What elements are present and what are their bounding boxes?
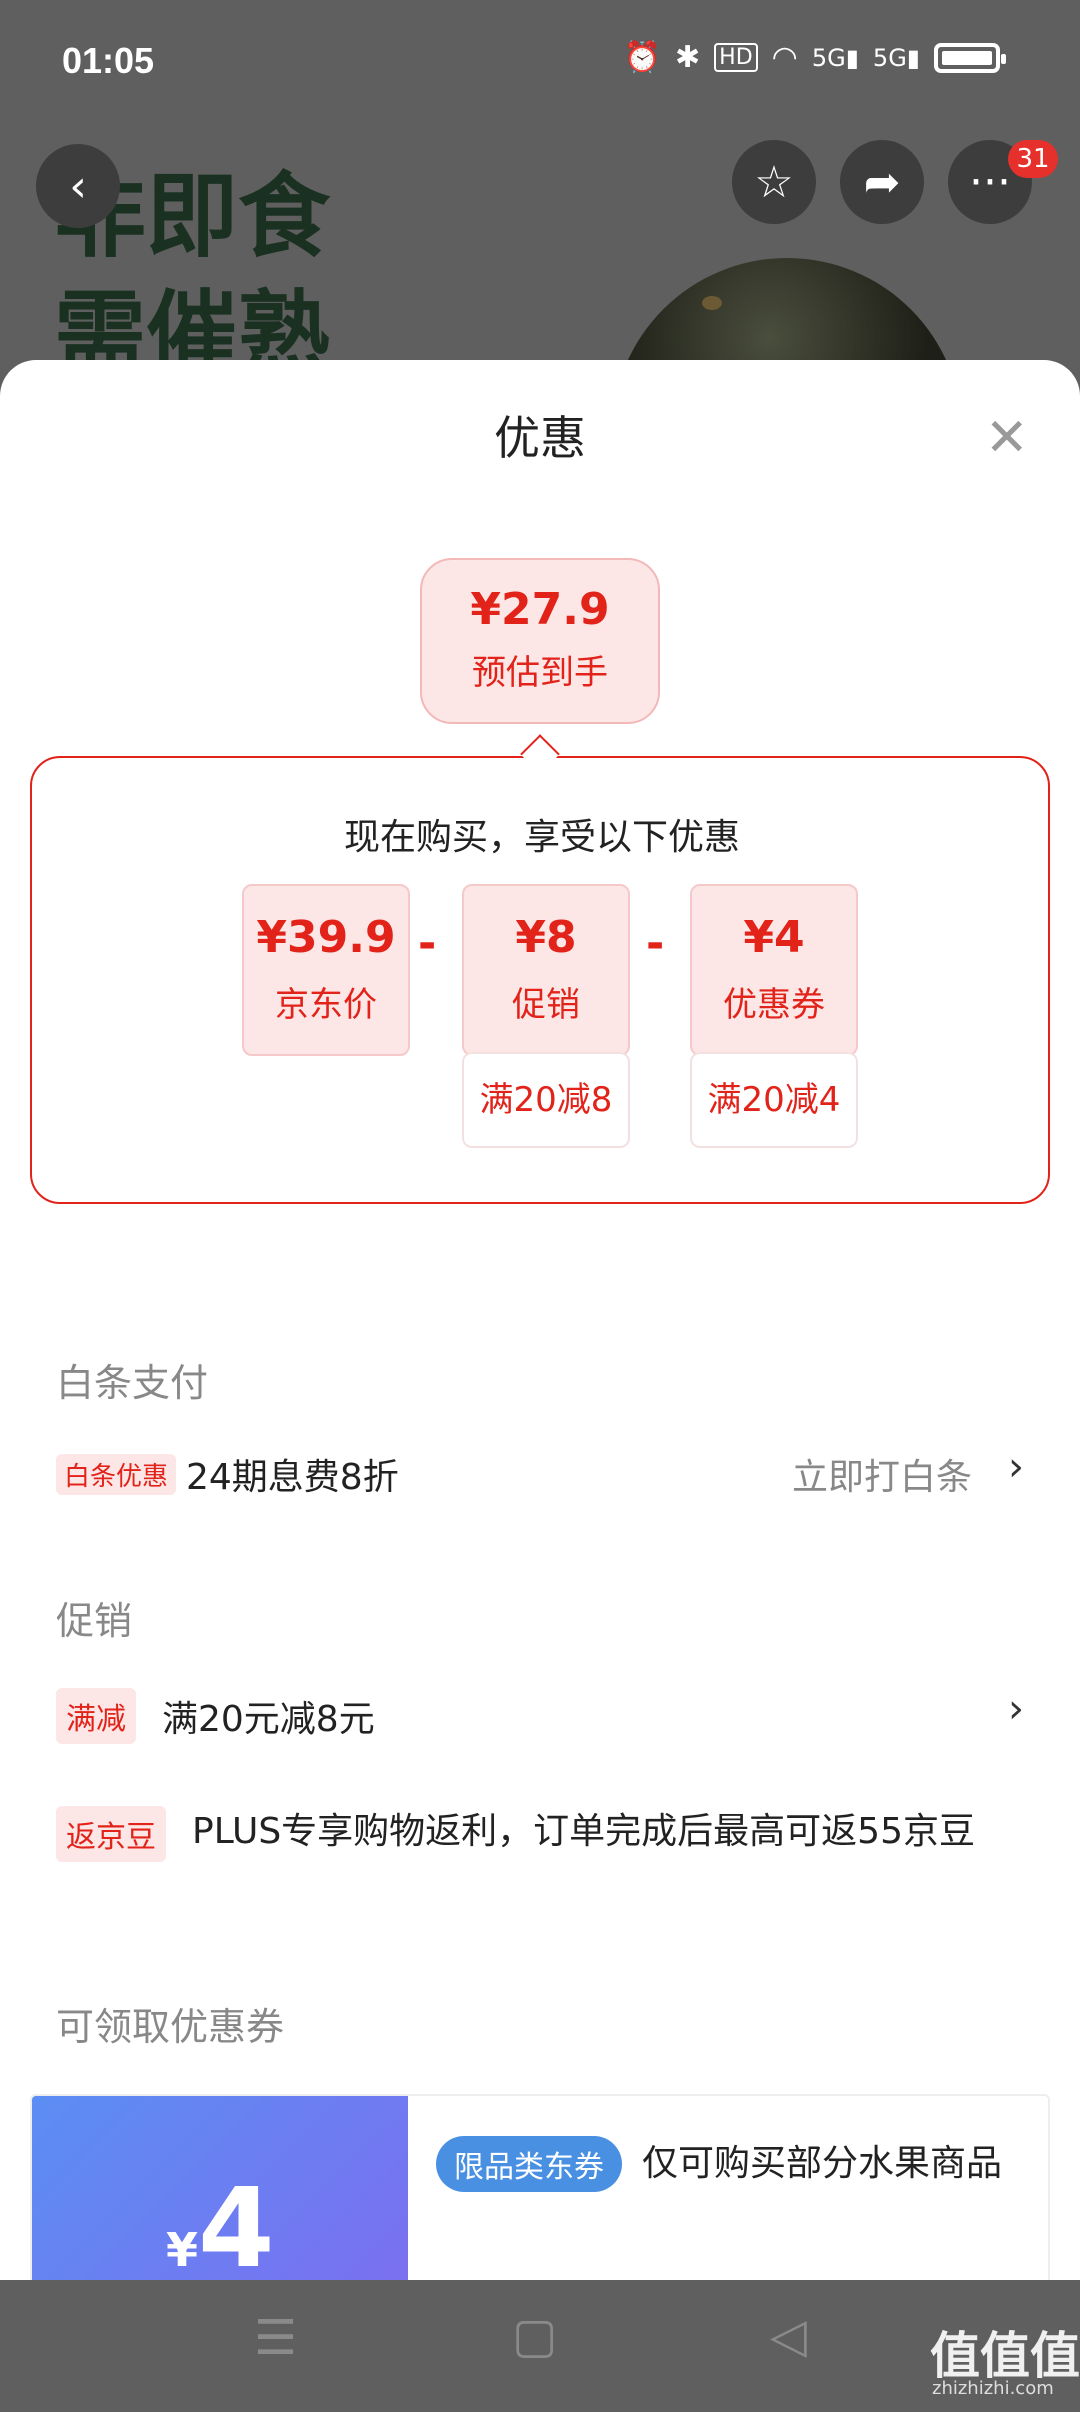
minus-sign: - (646, 918, 665, 969)
more-icon: ··· (969, 156, 1011, 208)
promo-label: 促销 (512, 985, 580, 1025)
discount-sheet: 优惠 ✕ ¥27.9 预估到手 现在购买，享受以下优惠 ¥39.9 京东价 - … (0, 360, 1080, 2280)
notification-badge: 31 (1008, 140, 1058, 178)
jingdou-tag: 返京豆 (56, 1806, 166, 1862)
coupon-label: 优惠券 (723, 985, 825, 1025)
promo-cell: ¥8 促销 (462, 884, 630, 1056)
coupon-amount: ¥4 (166, 2164, 275, 2280)
jd-price-label: 京东价 (275, 985, 377, 1025)
estimated-price-card: ¥27.9 预估到手 (420, 558, 660, 724)
baitiao-text: 24期息费8折 (186, 1457, 399, 1498)
baitiao-tag: 白条优惠 (56, 1454, 177, 1495)
baitiao-action[interactable]: 立即打白条 (792, 1448, 972, 1500)
coupon-amount-value: 4 (198, 2164, 275, 2280)
menu-icon[interactable]: ☰ (254, 2310, 297, 2366)
share-icon: ➦ (863, 156, 901, 208)
battery-icon (934, 42, 1006, 73)
product-image-detail (702, 296, 722, 310)
promo-note: 满20减8 (462, 1052, 630, 1148)
home-icon[interactable]: ▢ (512, 2308, 557, 2364)
status-icons: ⏰ ✱ HD ◠ 5G▮ 5G▮ (623, 40, 1006, 75)
coupon-value: ¥4 (743, 912, 805, 963)
5g-signal-icon: 5G▮ (872, 43, 920, 72)
fullcut-tag: 满减 (56, 1688, 136, 1744)
back-button[interactable]: ‹ (36, 144, 120, 228)
jingdou-text: PLUS专享购物返利，订单完成后最高可返55京豆 (192, 1811, 975, 1852)
watermark-url: zhizhizhi.com (932, 2378, 1054, 2399)
close-icon: ✕ (985, 408, 1029, 468)
chevron-right-icon: › (1008, 1444, 1024, 1490)
minus-sign: - (418, 918, 437, 969)
wifi-icon: ◠ (771, 40, 798, 75)
favorite-button[interactable]: ☆ (732, 140, 816, 224)
promo-section-title: 促销 (56, 1599, 133, 1643)
back-icon[interactable]: ◁ (770, 2308, 807, 2364)
hd-icon: HD (714, 43, 758, 72)
system-nav-bar: ☰ ▢ ◁ (0, 2280, 1080, 2412)
share-button[interactable]: ➦ (840, 140, 924, 224)
estimated-price-label: 预估到手 (472, 653, 608, 693)
chevron-left-icon: ‹ (69, 160, 87, 212)
jd-price-cell: ¥39.9 京东价 (242, 884, 410, 1056)
star-icon: ☆ (754, 156, 794, 208)
bluetooth-icon: ✱ (675, 40, 701, 75)
promo-row-fullcut[interactable]: 满减 满20元减8元 › (56, 1686, 1024, 1746)
breakdown-title: 现在购买，享受以下优惠 (343, 817, 740, 858)
coupon-type-tag: 限品类东券 (436, 2136, 622, 2192)
status-time: 01:05 (62, 40, 155, 81)
estimated-price: ¥27.9 (470, 584, 610, 635)
baitiao-section-title: 白条支付 (56, 1361, 209, 1405)
coupons-section-title: 可领取优惠券 (56, 2005, 285, 2049)
breakdown-box: 现在购买，享受以下优惠 ¥39.9 京东价 - ¥8 促销 满20减8 - ¥4… (30, 756, 1050, 1204)
status-bar: 01:05 ⏰ ✱ HD ◠ 5G▮ 5G▮ (0, 0, 1080, 125)
coupon-note: 满20减4 (690, 1052, 858, 1148)
5g-signal-icon: 5G▮ (811, 43, 859, 72)
coupon-currency: ¥ (166, 2223, 199, 2277)
sheet-title: 优惠 (494, 411, 586, 465)
promo-row-jingdou: 返京豆 PLUS专享购物返利，订单完成后最高可返55京豆 (56, 1806, 1024, 1906)
promo-value: ¥8 (515, 912, 577, 963)
coupon-cell: ¥4 优惠券 (690, 884, 858, 1056)
coupon-card[interactable]: ¥4 仅可购买部分水果商品 限品类东券 (30, 2094, 1050, 2280)
baitiao-row[interactable]: 白条优惠 24期息费8折 立即打白条 › (56, 1444, 1024, 1506)
close-button[interactable]: ✕ (985, 412, 1029, 464)
fullcut-text: 满20元减8元 (162, 1699, 375, 1740)
jd-price-value: ¥39.9 (256, 912, 396, 963)
chevron-right-icon: › (1008, 1686, 1024, 1732)
coupon-amount-panel: ¥4 (32, 2096, 408, 2280)
alarm-icon: ⏰ (623, 40, 662, 75)
